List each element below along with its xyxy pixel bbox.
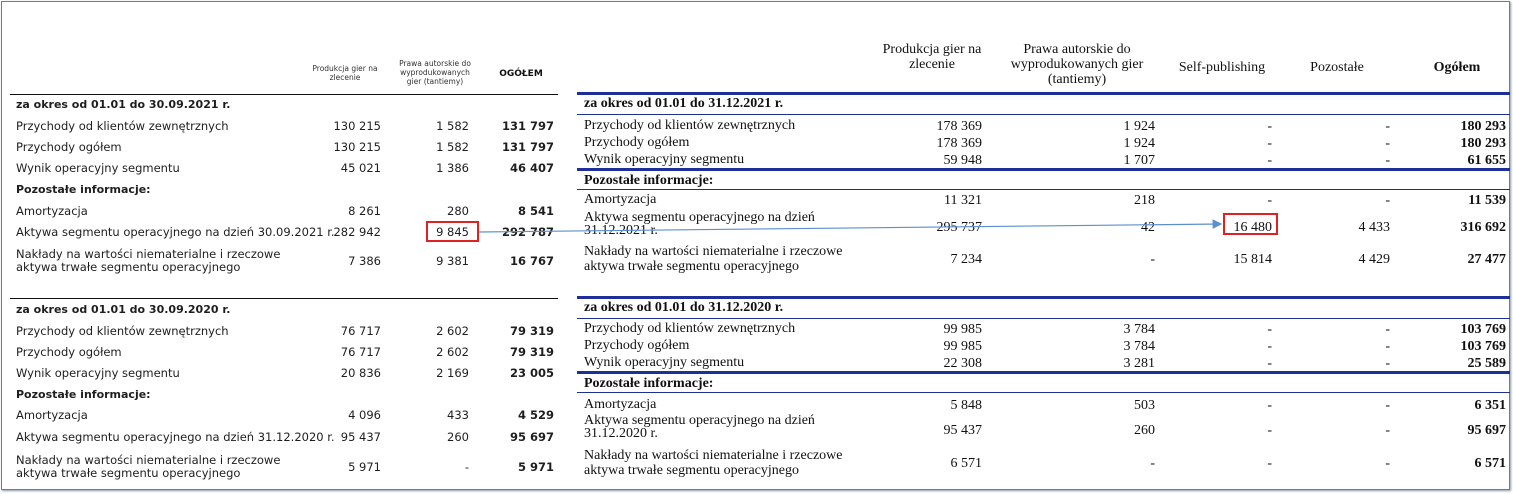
connector-arrow-icon	[478, 219, 1223, 233]
document-frame: Produkcja gier na zlecenie Prawa autorsk…	[1, 1, 1510, 490]
